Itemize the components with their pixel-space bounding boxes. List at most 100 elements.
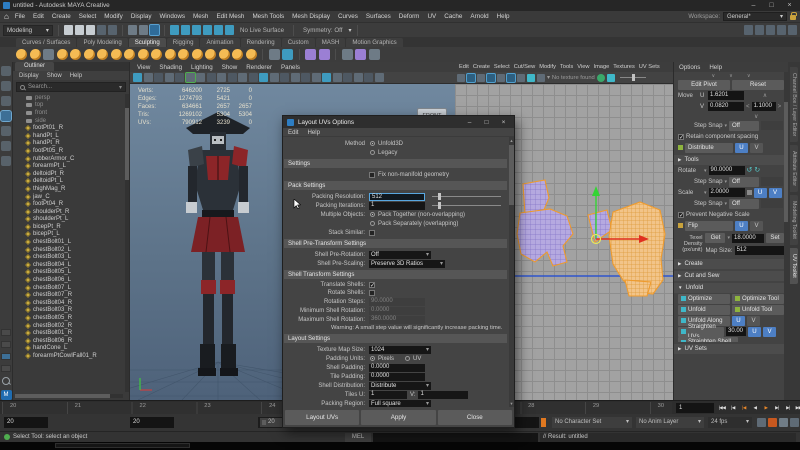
misc-shelf-icon[interactable] (355, 49, 366, 60)
move-v-field[interactable]: 0.0820 (708, 102, 744, 111)
snap-to-grid-icon[interactable] (170, 25, 179, 35)
viewport-toolbar-icon[interactable] (269, 73, 279, 82)
new-scene-icon[interactable] (64, 25, 73, 35)
optimize-tool-button[interactable]: Optimize Tool (732, 293, 784, 304)
dialog-scrollbar[interactable]: ▲ ▼ (509, 137, 514, 407)
nudge-left-button[interactable]: < (746, 103, 750, 110)
transport-button[interactable]: ▶ (761, 403, 771, 413)
unfold-along-u-button[interactable]: U (732, 315, 745, 326)
open-scene-icon[interactable] (75, 25, 84, 35)
nudge-down-button[interactable]: ∨ (748, 113, 784, 120)
uv-toolbar-icon[interactable] (606, 73, 615, 82)
anim-layer-dropdown[interactable]: No Anim Layer ▾ (636, 417, 704, 428)
move-step-field[interactable]: 1.1000 (751, 102, 776, 111)
uv-toolbar-icon[interactable] (596, 73, 605, 82)
outliner-node-item[interactable]: shoulderPt_L (13, 216, 129, 224)
move-tool-icon[interactable] (0, 110, 12, 122)
straighten-u-button[interactable]: U (748, 326, 761, 337)
uv-editor-menu-item[interactable]: Create (473, 64, 490, 70)
menu-item[interactable]: Edit (33, 13, 44, 20)
viewport-menu-item[interactable]: View (137, 64, 150, 71)
menu-item[interactable]: UV (427, 13, 436, 20)
persp-outliner-layout-button[interactable] (1, 365, 11, 372)
viewport-menu-item[interactable]: Lighting (191, 64, 213, 71)
misc-shelf-icon[interactable] (368, 49, 380, 60)
sculpt-brush-icon[interactable] (232, 49, 243, 60)
character-set-dropdown[interactable]: No Character Set ▾ (552, 417, 632, 428)
outliner-camera-item[interactable]: side (13, 117, 129, 125)
sculpt-brush-icon[interactable] (29, 49, 41, 60)
tools-section-header[interactable]: ▶ Tools (674, 155, 788, 165)
pre-transform-header[interactable]: Shell Pre-Transform Settings (284, 239, 507, 248)
uv-editor-menu-item[interactable]: Cut/Sew (514, 64, 536, 70)
pixels-label[interactable]: Pixels (378, 356, 394, 362)
viewport-toolbar-icon[interactable] (184, 72, 196, 83)
apply-button[interactable]: Apply (361, 410, 436, 425)
menu-item[interactable]: Create (52, 13, 71, 20)
panel-tab[interactable]: Modeling Toolkit (790, 195, 798, 246)
straighten-shell-button[interactable]: Straighten Shell (678, 337, 738, 342)
uv-toolbar-icon[interactable] (537, 73, 545, 82)
unfold-button[interactable]: Unfold (678, 304, 730, 315)
viewport-toolbar-icon[interactable] (133, 73, 142, 82)
outliner-node-item[interactable]: footPt01_R (13, 124, 129, 132)
outliner-node-item[interactable]: bicepPt_R (13, 223, 129, 231)
shelf-tab[interactable]: Rendering (240, 38, 281, 47)
close-button[interactable]: × (782, 0, 797, 11)
menu-item[interactable]: Select (79, 13, 97, 20)
scale-value-field[interactable]: 2.0000 (708, 188, 745, 197)
distribute-u-button[interactable]: U (735, 142, 748, 153)
menu-item[interactable]: Mesh Tools (252, 13, 284, 20)
outliner-node-item[interactable]: jaw_C (13, 193, 129, 201)
rotate-cw-icon[interactable]: ↻ (754, 166, 760, 175)
misc-shelf-icon[interactable] (341, 49, 353, 60)
uv-sets-section-header[interactable]: ▶ UV Sets (674, 344, 788, 354)
transport-button[interactable]: ▶| (783, 403, 793, 413)
outliner-horizontal-scrollbar[interactable] (15, 394, 123, 398)
sculpt-brush-icon[interactable] (205, 49, 216, 60)
dialog-menu-item[interactable]: Help (308, 129, 321, 136)
uv-toolbar-icon[interactable] (477, 73, 485, 82)
save-scene-icon[interactable] (86, 25, 95, 35)
playback-start-field[interactable]: 20 (130, 417, 174, 428)
select-by-object-icon[interactable] (139, 25, 148, 35)
workspace-dropdown[interactable]: General* ▾ (723, 12, 787, 21)
outliner-camera-item[interactable]: persp (13, 94, 129, 102)
home-icon[interactable]: ⌂ (4, 11, 9, 22)
menu-item[interactable]: Curves (338, 13, 358, 20)
nudge-right-button[interactable]: > (778, 103, 782, 110)
symmetry-dropdown[interactable]: Symmetry: Off (303, 27, 342, 34)
current-frame-field[interactable]: 1 (676, 403, 714, 413)
viewport-toolbar-icon[interactable] (353, 73, 363, 82)
anim-start-field[interactable]: 20 (4, 417, 48, 428)
shelf-tab[interactable]: Animation (200, 38, 240, 47)
select-by-hierarchy-icon[interactable] (128, 25, 137, 35)
sculpt-tool-icon[interactable] (268, 49, 280, 60)
sculpt-brush-icon[interactable] (164, 49, 176, 60)
scale-v-button[interactable]: V (768, 187, 782, 198)
outliner-vertical-scrollbar[interactable] (125, 94, 129, 392)
sculpt-brush-icon[interactable] (56, 49, 68, 60)
viewport-toolbar-icon[interactable] (311, 73, 321, 82)
prevent-negative-scale-checkbox[interactable] (678, 211, 684, 219)
uv-toolkit-shelf-icon[interactable] (318, 49, 330, 60)
pack-together-radio[interactable] (370, 212, 375, 217)
outliner-node-item[interactable]: chestBolt05_R (13, 314, 129, 322)
uv-editor-menu-item[interactable]: Edit (459, 64, 469, 70)
pack-together-label[interactable]: Pack Together (non-overlapping) (378, 212, 465, 218)
viewport-toolbar-icon[interactable] (374, 73, 384, 82)
pack-separately-radio[interactable] (370, 221, 375, 226)
uv-editor-menu-item[interactable]: Image (593, 64, 609, 70)
uv-editor-menu-item[interactable]: Modify (539, 64, 556, 70)
viewport-toolbar-icon[interactable] (175, 73, 184, 82)
sculpt-brush-icon[interactable] (70, 49, 81, 60)
menu-item[interactable]: Edit Mesh (216, 13, 244, 20)
single-pane-layout-button[interactable] (1, 329, 11, 336)
method-unfold3d-radio[interactable] (370, 141, 375, 146)
texture-status[interactable]: No texture found (552, 75, 595, 81)
paint-select-tool-icon[interactable] (1, 96, 11, 106)
fix-nonmanifold-label[interactable]: Fix non-manifold geometry (378, 172, 449, 178)
viewport-menu-item[interactable]: Show (222, 64, 237, 71)
sculpt-brush-icon[interactable] (83, 49, 95, 60)
outliner-node-item[interactable]: chestBolt01_L (13, 238, 129, 246)
